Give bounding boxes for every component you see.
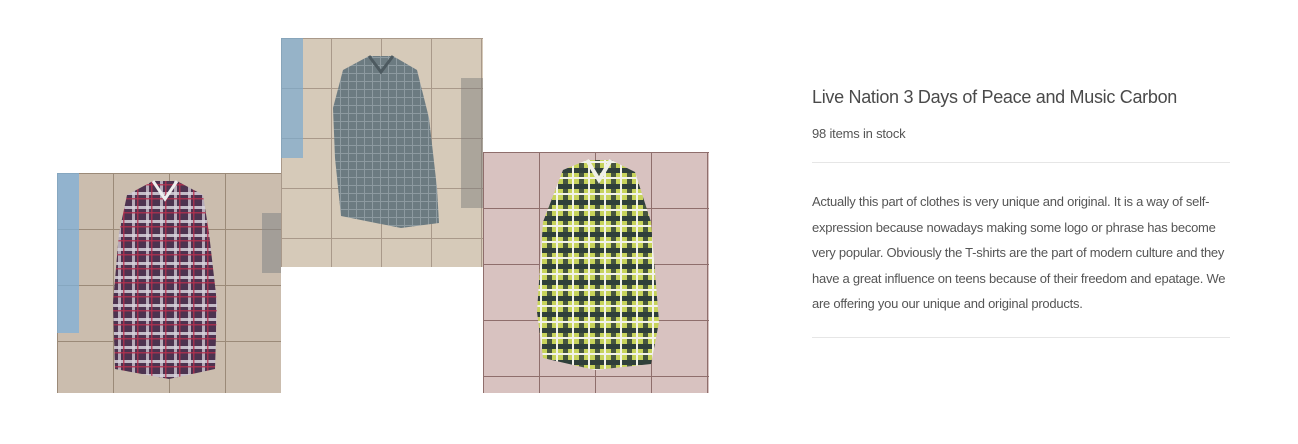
divider <box>812 162 1230 163</box>
product-info-panel: Live Nation 3 Days of Peace and Music Ca… <box>812 84 1230 338</box>
plaid-shirt-gray-icon <box>281 38 483 267</box>
stock-status: 98 items in stock <box>812 126 906 141</box>
product-photo-green-shirt[interactable] <box>483 152 709 393</box>
product-photo-purple-shirt[interactable] <box>57 173 281 393</box>
product-photo-gray-shirt[interactable] <box>281 38 483 267</box>
product-description: Actually this part of clothes is very un… <box>812 194 1226 311</box>
divider <box>812 336 1230 338</box>
plaid-shirt-green-icon <box>483 152 709 393</box>
product-title: Live Nation 3 Days of Peace and Music Ca… <box>812 87 1178 107</box>
plaid-shirt-purple-icon <box>57 173 281 393</box>
